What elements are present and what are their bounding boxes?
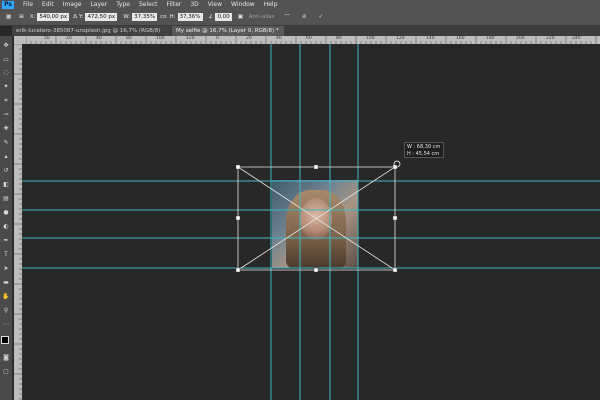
horizontal-ruler-labels: 50 20 40 80 100 120 0 20 40 60 80 100 12…	[26, 36, 600, 44]
ruler-label: 40	[96, 36, 102, 41]
blur-tool-icon[interactable]: ●	[2, 209, 10, 216]
menu-file[interactable]: File	[23, 0, 33, 9]
menu-select[interactable]: Select	[139, 0, 158, 9]
reference-point-icon[interactable]: ⊞	[19, 14, 24, 20]
quick-mask-icon[interactable]: ◙	[2, 354, 10, 361]
marquee-tool-icon[interactable]: ▭	[2, 56, 10, 63]
ruler-label: 100	[156, 36, 165, 41]
gradient-tool-icon[interactable]: ▤	[2, 195, 10, 202]
tab-my-selfie[interactable]: My selfie @ 16,7% (Layer 0, RGB/8) *	[172, 26, 284, 36]
x-field[interactable]: 540,00 px	[37, 13, 70, 21]
path-select-tool-icon[interactable]: ➤	[2, 265, 10, 272]
commit-transform-icon[interactable]: ✓	[319, 14, 324, 20]
type-tool-icon[interactable]: T	[2, 251, 10, 258]
delta-icon[interactable]: Δ	[73, 14, 77, 20]
antialias-label[interactable]: Anti-alias	[249, 14, 275, 20]
tools-panel: ✥ ▭ ◌ ✦ ⌗ ⊸ ✚ ✎ ▴ ↺ ◧ ▤ ● ◐ ✒ T ➤ ▬ ✋ ⚲ …	[0, 36, 13, 400]
ruler-label: 220	[546, 36, 555, 41]
menu-type[interactable]: Type	[116, 0, 130, 9]
w-label: W:	[123, 14, 131, 20]
move-tool-icon[interactable]: ✥	[2, 42, 10, 49]
tooltip-height: H : 45,54 cm	[407, 151, 440, 157]
vertical-ruler-ticks	[14, 44, 22, 400]
ruler-label: 40	[276, 36, 282, 41]
edit-toolbar-icon[interactable]: ⋯	[2, 321, 10, 328]
foreground-color-swatch[interactable]	[1, 336, 9, 344]
shape-tool-icon[interactable]: ▬	[2, 279, 10, 286]
portrait-face	[300, 198, 332, 240]
ruler-label: 60	[306, 36, 312, 41]
h-field[interactable]: 37,36%	[177, 13, 203, 21]
menu-help[interactable]: Help	[264, 0, 278, 9]
x-label: X:	[29, 14, 36, 20]
h-label: H:	[169, 14, 176, 20]
tool-preset-icon[interactable]: ▦	[6, 14, 11, 20]
ruler-label: 80	[336, 36, 342, 41]
eraser-tool-icon[interactable]: ◧	[2, 181, 10, 188]
menu-view[interactable]: View	[208, 0, 222, 9]
y-field[interactable]: 472,50 px	[85, 13, 118, 21]
ruler-label: 120	[186, 36, 195, 41]
healing-tool-icon[interactable]: ✚	[2, 125, 10, 132]
ruler-label: 240	[572, 36, 581, 41]
menu-image[interactable]: Image	[63, 0, 82, 9]
ruler-label: 100	[366, 36, 375, 41]
options-bar: ▦ ⊞ X: 540,00 px Δ Y: 472,50 px W: 37,35…	[0, 9, 600, 26]
cancel-transform-icon[interactable]: ⊘	[302, 14, 307, 20]
ruler-label: 0	[216, 36, 219, 41]
transform-size-tooltip: W : 68,30 cm H : 45,54 cm	[404, 142, 444, 158]
ruler-label: 140	[426, 36, 435, 41]
menu-layer[interactable]: Layer	[90, 0, 107, 9]
y-label: Y:	[78, 14, 84, 20]
tab-erik-lucatero[interactable]: erik-lucatero-385087-unsplash.jpg @ 16,7…	[12, 26, 170, 36]
menu-filter[interactable]: Filter	[167, 0, 182, 9]
link-icon[interactable]: co	[160, 14, 166, 20]
ruler-label: 20	[66, 36, 72, 41]
tab-label: erik-lucatero-385087-unsplash.jpg @ 16,7…	[16, 28, 161, 34]
rotate-icon: ∠	[208, 14, 214, 20]
hand-tool-icon[interactable]: ✋	[2, 293, 10, 300]
screen-mode-icon[interactable]: ▢	[2, 368, 10, 375]
vertical-ruler[interactable]	[14, 44, 22, 400]
document-tab-bar: erik-lucatero-385087-unsplash.jpg @ 16,7…	[12, 26, 600, 36]
menu-bar: Ps File Edit Image Layer Type Select Fil…	[0, 0, 600, 9]
magic-wand-tool-icon[interactable]: ✦	[2, 83, 10, 90]
crop-tool-icon[interactable]: ⌗	[2, 97, 10, 104]
ruler-label: 20	[246, 36, 252, 41]
menu-edit[interactable]: Edit	[42, 0, 54, 9]
tab-label: My selfie @ 16,7% (Layer 0, RGB/8) *	[176, 28, 279, 34]
menu-3d[interactable]: 3D	[190, 0, 198, 9]
brush-tool-icon[interactable]: ✎	[2, 139, 10, 146]
stamp-tool-icon[interactable]: ▴	[2, 153, 10, 160]
w-field[interactable]: 37,35%	[132, 13, 158, 21]
ruler-label: 50	[44, 36, 50, 41]
ruler-label: 120	[396, 36, 405, 41]
horizontal-ruler[interactable]: 50 20 40 80 100 120 0 20 40 60 80 100 12…	[26, 36, 600, 44]
dodge-tool-icon[interactable]: ◐	[2, 223, 10, 230]
menu-window[interactable]: Window	[231, 0, 255, 9]
interpolation-icon[interactable]: ▣	[238, 14, 243, 20]
ruler-label: 160	[456, 36, 465, 41]
lasso-tool-icon[interactable]: ◌	[2, 69, 10, 76]
ruler-origin[interactable]	[14, 36, 26, 44]
tooltip-width: W : 68,30 cm	[407, 144, 441, 150]
document-image[interactable]	[272, 180, 358, 268]
ruler-label: 180	[486, 36, 495, 41]
photoshop-logo-icon: Ps	[2, 0, 14, 9]
zoom-tool-icon[interactable]: ⚲	[2, 307, 10, 314]
ruler-label: 80	[126, 36, 132, 41]
eyedropper-tool-icon[interactable]: ⊸	[2, 111, 10, 118]
history-brush-tool-icon[interactable]: ↺	[2, 167, 10, 174]
pen-tool-icon[interactable]: ✒	[2, 237, 10, 244]
ruler-label: 200	[516, 36, 525, 41]
rotate-field[interactable]: 0,00	[215, 13, 232, 21]
warp-icon[interactable]: ⌒	[285, 13, 291, 21]
